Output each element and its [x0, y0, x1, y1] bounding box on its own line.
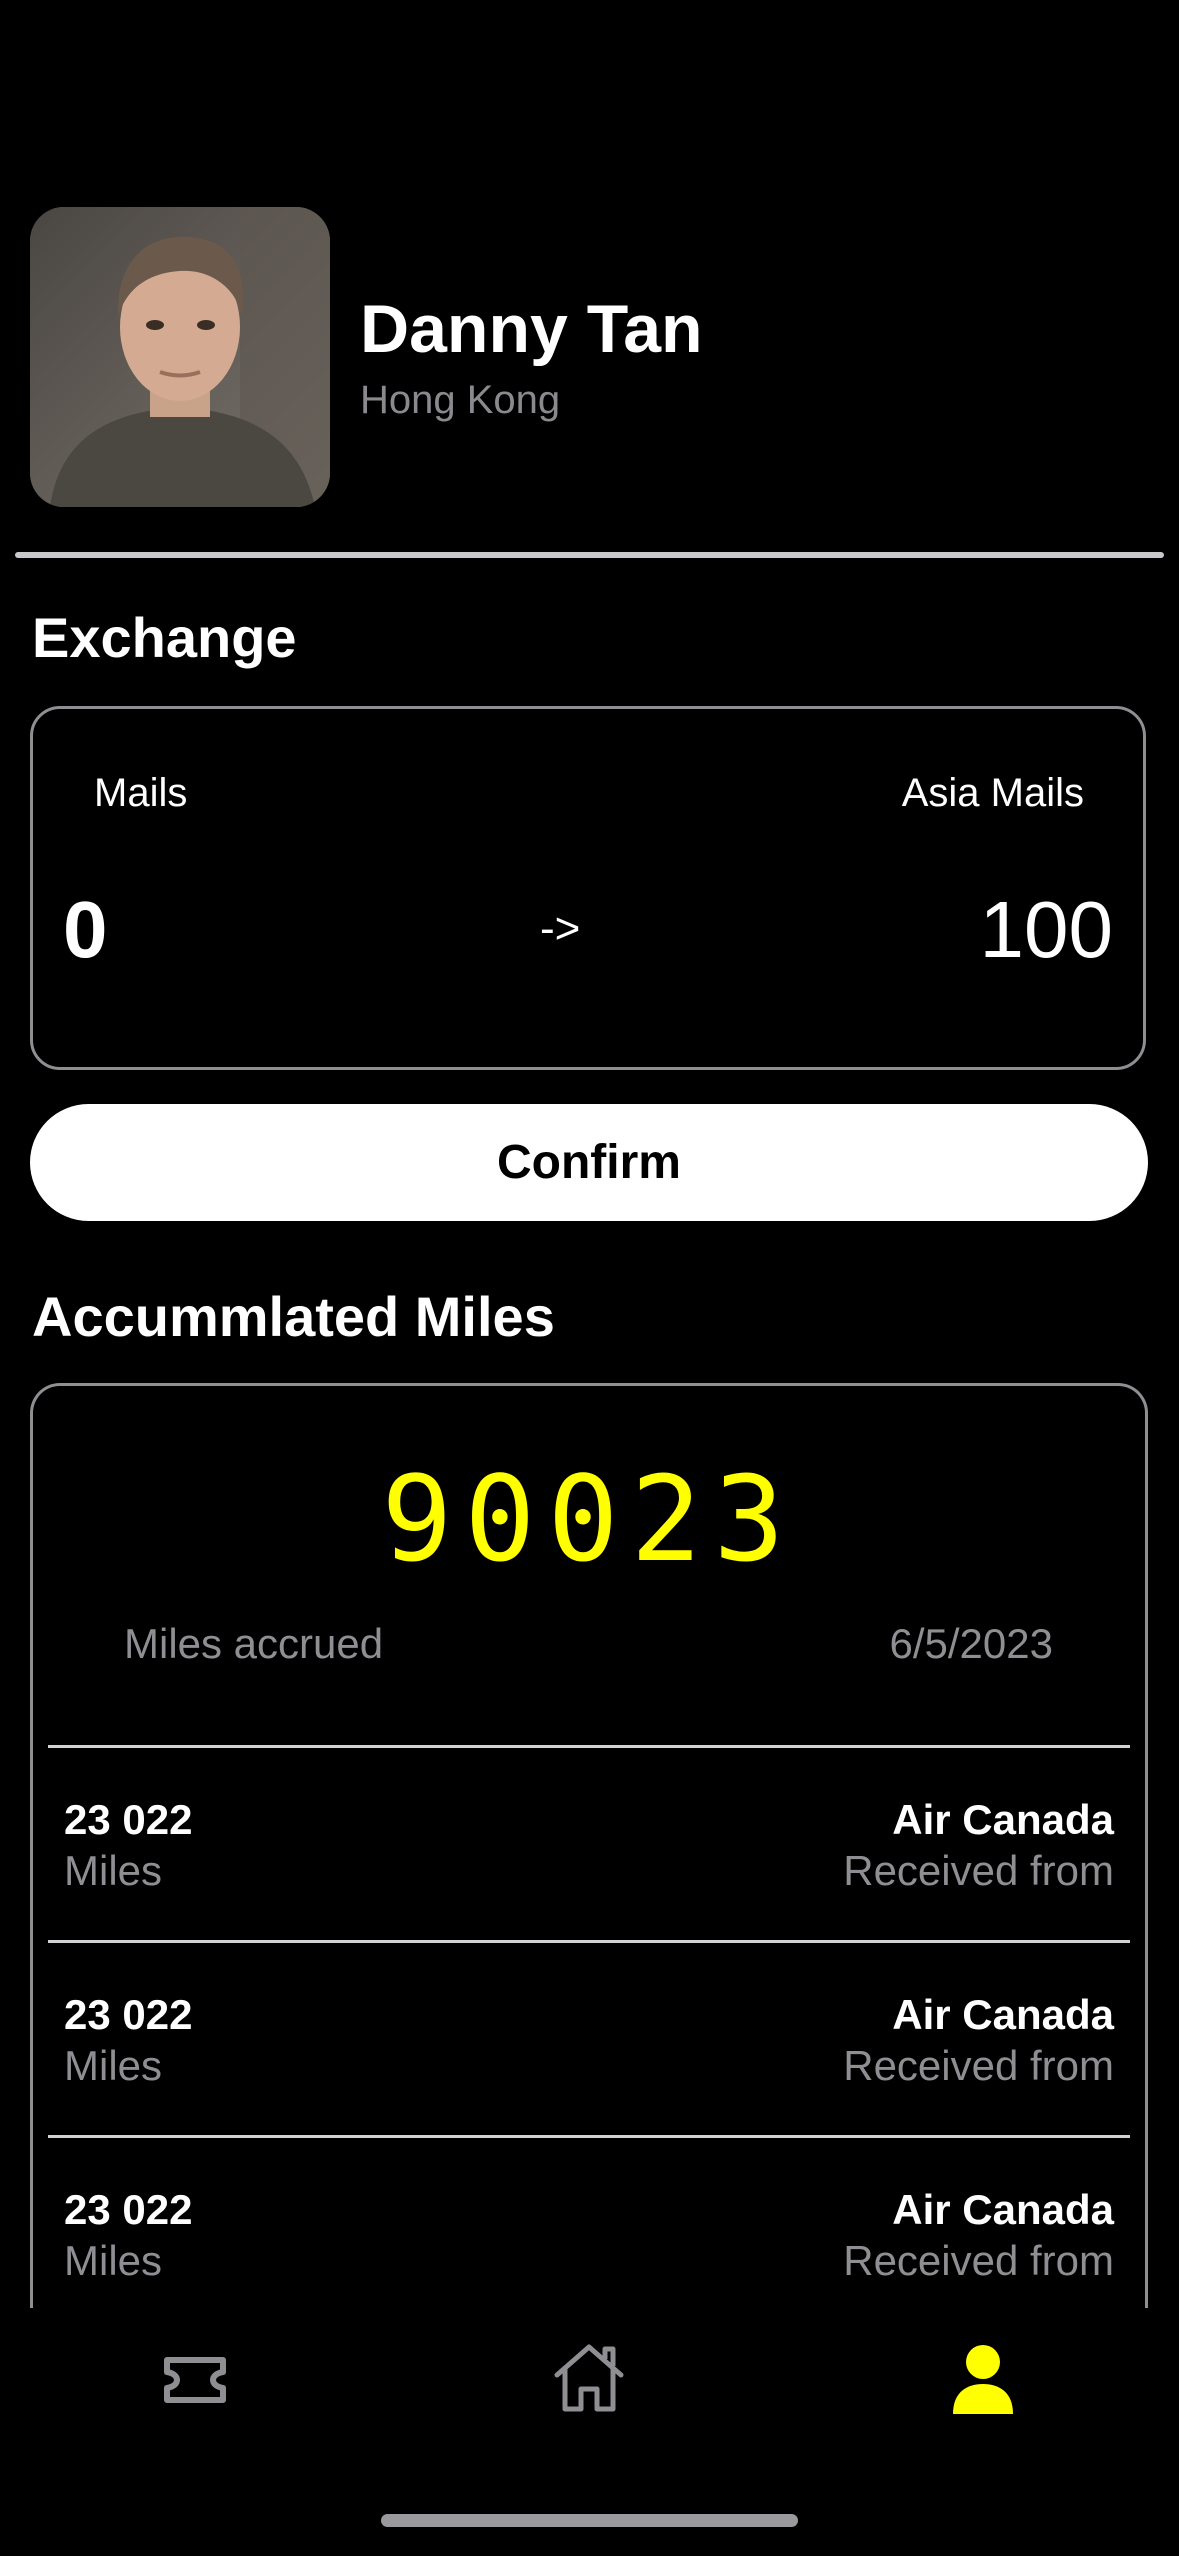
ticket-icon — [164, 2357, 226, 2403]
exchange-from-label: Mails — [94, 771, 188, 815]
row-source: Air Canada — [892, 1796, 1114, 1843]
miles-date: 6/5/2023 — [889, 1620, 1054, 1667]
exchange-from-value[interactable]: 0 — [63, 884, 108, 976]
exchange-title: Exchange — [32, 606, 297, 669]
profile-location: Hong Kong — [360, 378, 561, 422]
person-icon — [953, 2345, 1013, 2414]
row-divider — [48, 1940, 1130, 1943]
tab-profile[interactable] — [943, 2340, 1023, 2425]
row-amount: 23 022 — [64, 2186, 193, 2233]
tab-home[interactable] — [549, 2337, 629, 2422]
row-amount: 23 022 — [64, 1796, 193, 1843]
home-indicator[interactable] — [381, 2514, 798, 2527]
row-caption: Received from — [843, 1847, 1114, 1894]
row-caption: Received from — [843, 2042, 1114, 2089]
row-unit: Miles — [64, 2237, 163, 2284]
miles-total: 90023 — [381, 1450, 797, 1588]
row-amount: 23 022 — [64, 1991, 193, 2038]
avatar[interactable] — [30, 207, 330, 507]
exchange-arrow: -> — [540, 904, 581, 953]
row-divider — [48, 2135, 1130, 2138]
row-source: Air Canada — [892, 1991, 1114, 2038]
row-divider — [48, 1745, 1130, 1748]
tab-tickets[interactable] — [155, 2340, 235, 2425]
exchange-to-label: Asia Mails — [901, 771, 1084, 815]
avatar-photo — [30, 207, 330, 507]
row-caption: Received from — [843, 2237, 1114, 2284]
miles-accrued-label: Miles accrued — [124, 1620, 384, 1667]
row-source: Air Canada — [892, 2186, 1114, 2233]
exchange-to-value[interactable]: 100 — [980, 884, 1113, 976]
accumulated-title: Accummlated Miles — [32, 1285, 555, 1348]
confirm-button[interactable]: Confirm — [30, 1104, 1148, 1221]
header-divider — [15, 552, 1164, 558]
row-unit: Miles — [64, 1847, 163, 1894]
profile-name: Danny Tan — [360, 291, 703, 367]
row-unit: Miles — [64, 2042, 163, 2089]
home-icon — [554, 2344, 624, 2412]
